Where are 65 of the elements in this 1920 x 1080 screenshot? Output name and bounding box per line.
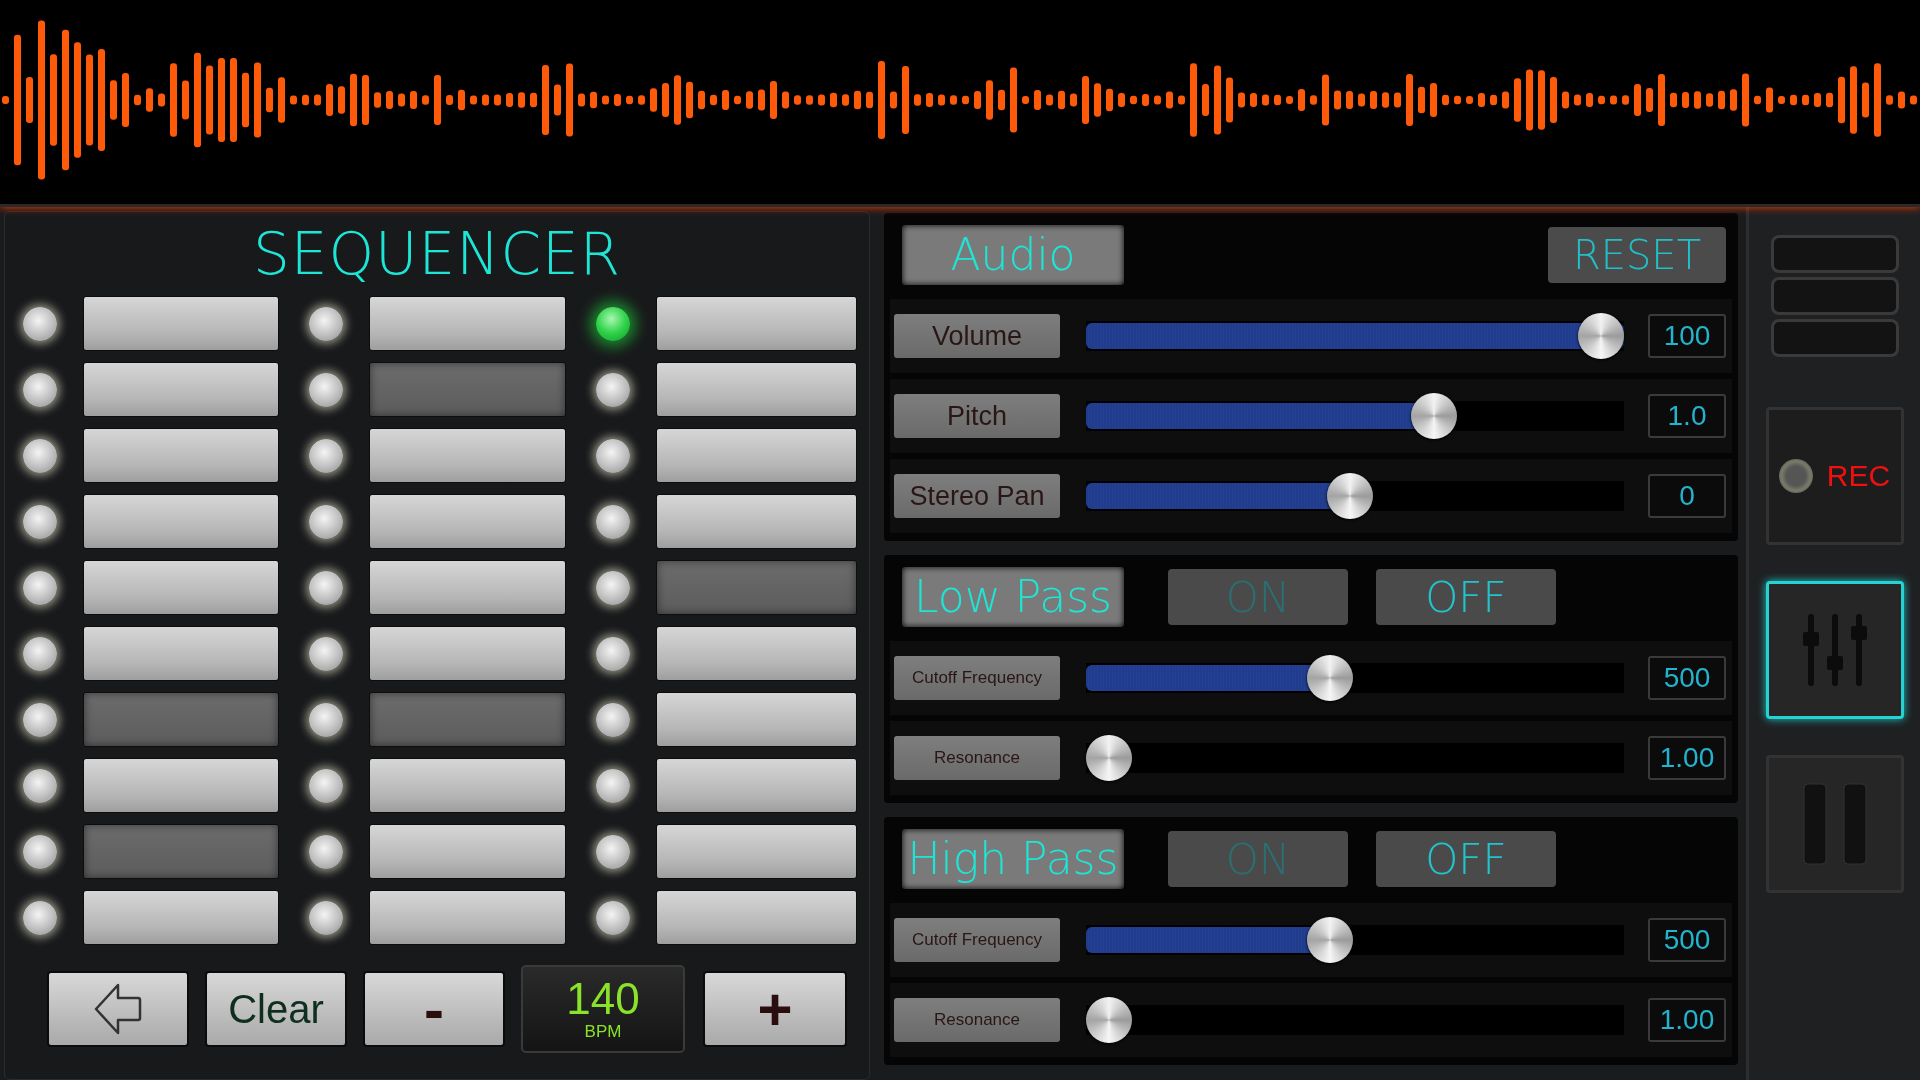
step-pad[interactable] (83, 296, 280, 351)
slider-label: Cutoff Frequency (894, 656, 1060, 700)
step-pad[interactable] (83, 758, 280, 813)
slider-value: 0 (1648, 474, 1726, 518)
step-pad[interactable] (83, 626, 280, 681)
step-pad[interactable] (83, 890, 280, 945)
step-pad[interactable] (655, 824, 857, 879)
slider-label: Pitch (894, 394, 1060, 438)
step-pad[interactable] (369, 494, 566, 549)
slider-value: 500 (1648, 918, 1726, 962)
toggle-button[interactable]: OFF (1376, 569, 1556, 625)
step-pad[interactable] (655, 296, 857, 351)
slider-value: 1.00 (1648, 998, 1726, 1042)
record-led-icon (1778, 459, 1813, 493)
section-title: Low Pass (902, 567, 1124, 627)
slider-label: Volume (894, 314, 1060, 358)
slider-label: Stereo Pan (894, 474, 1060, 518)
step-pad[interactable] (655, 758, 857, 813)
step-pad[interactable] (655, 428, 857, 483)
step-pad[interactable] (655, 626, 857, 681)
step-pad[interactable] (369, 296, 566, 351)
step-pad[interactable] (369, 824, 566, 879)
mixer-button[interactable] (1765, 581, 1904, 719)
step-pad[interactable] (369, 560, 566, 615)
back-arrow-icon (94, 982, 142, 1036)
slider-thumb[interactable] (1086, 735, 1132, 781)
record-label: REC (1826, 459, 1891, 493)
slider-thumb[interactable] (1327, 473, 1374, 519)
slider-value: 1.00 (1648, 736, 1726, 780)
step-pad[interactable] (83, 362, 280, 417)
step-pad[interactable] (369, 890, 566, 945)
tempo-increase-button[interactable]: + (703, 971, 847, 1047)
step-pad[interactable] (655, 362, 857, 417)
tempo-decrease-button[interactable]: - (363, 971, 505, 1047)
sequencer-title: SEQUENCER (251, 219, 622, 290)
tempo-value: 140 (566, 976, 640, 1022)
slider-label: Resonance (894, 736, 1060, 780)
step-pad[interactable] (655, 692, 857, 747)
step-pad[interactable] (83, 494, 280, 549)
record-button[interactable]: REC (1765, 407, 1904, 545)
slider-thumb[interactable] (1410, 393, 1457, 439)
section-title: Audio (902, 225, 1124, 285)
slider-thumb[interactable] (1307, 655, 1354, 701)
slider-value: 1.0 (1648, 394, 1726, 438)
section-title: High Pass (902, 829, 1124, 889)
reset-button[interactable]: RESET (1548, 227, 1726, 283)
step-pad[interactable] (369, 758, 566, 813)
slider-thumb[interactable] (1578, 313, 1624, 359)
step-pad[interactable] (83, 560, 280, 615)
toggle-button[interactable]: OFF (1376, 831, 1556, 887)
slider-label: Resonance (894, 998, 1060, 1042)
back-button[interactable] (47, 971, 189, 1047)
step-pad[interactable] (655, 494, 857, 549)
step-pad[interactable] (369, 428, 566, 483)
clear-button[interactable]: Clear (205, 971, 347, 1047)
step-pad[interactable] (655, 890, 857, 945)
slider-value: 500 (1648, 656, 1726, 700)
tempo-unit: BPM (584, 1022, 622, 1042)
step-pad[interactable] (369, 626, 566, 681)
slider-thumb[interactable] (1086, 997, 1132, 1043)
slider-label: Cutoff Frequency (894, 918, 1060, 962)
slider-thumb[interactable] (1307, 917, 1354, 963)
slider-value: 100 (1648, 314, 1726, 358)
pause-icon (1801, 782, 1868, 866)
step-pad[interactable] (83, 428, 280, 483)
